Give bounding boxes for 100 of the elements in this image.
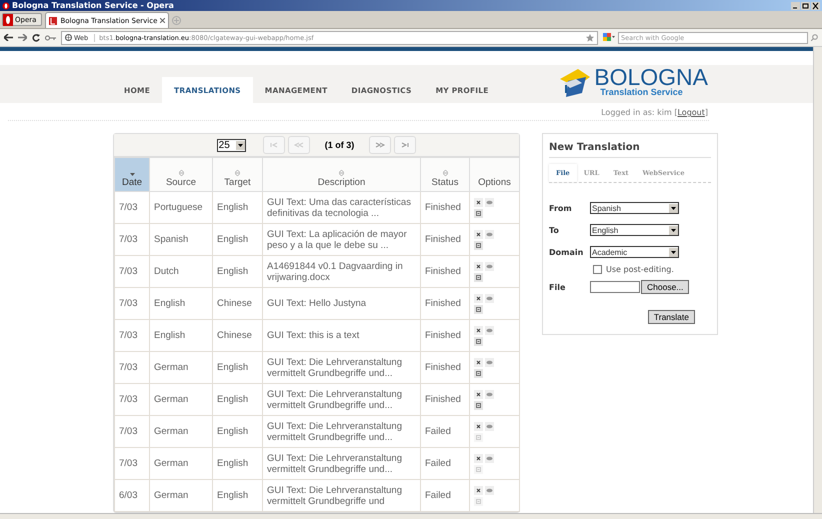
source-cell: German [150, 448, 212, 480]
close-icon[interactable] [160, 18, 166, 23]
column-header[interactable]: Date [114, 158, 150, 192]
close-icon[interactable] [811, 2, 820, 10]
status-cell: Finished [420, 224, 470, 256]
date-cell: 7/03 [114, 320, 150, 352]
date-cell: 7/03 [114, 416, 150, 448]
status-cell: Finished [420, 288, 470, 320]
status-cell: Failed [420, 480, 470, 512]
date-cell: 7/03 [114, 448, 150, 480]
download-icon[interactable] [474, 272, 483, 282]
description-cell: GUI Text: Die Lehrveranstaltung vermittelt Grundbegriffe und [262, 480, 420, 512]
dropdown-field[interactable]: English [590, 224, 679, 236]
dropdown-field[interactable]: Academic [590, 246, 679, 258]
checkbox[interactable] [593, 265, 602, 274]
delete-icon[interactable] [474, 422, 483, 430]
description-cell: GUI Text: this is a text [262, 320, 420, 352]
forward-icon[interactable] [18, 34, 27, 41]
target-cell: English [212, 416, 262, 448]
description-cell: GUI Text: Die Lehrveranstaltung vermittelt Grundbegriffe und... [262, 448, 420, 480]
sort-icon [130, 173, 134, 176]
download-icon[interactable] [474, 400, 483, 410]
description-cell: A14691844 v0.1 Dagvaarding in vrijwaring.docx [262, 256, 420, 288]
scrollbar[interactable] [813, 47, 822, 513]
logo-tagline: Translation Service [600, 87, 684, 97]
login-status: Logged in as: kim [Logout] [601, 108, 708, 117]
logo-name: BOLOGNA [594, 67, 708, 87]
delete-icon[interactable] [474, 294, 483, 302]
back-icon[interactable] [4, 34, 13, 41]
date-cell: 6/03 [114, 480, 150, 512]
field-label: File [549, 282, 566, 292]
field-label: To [549, 226, 560, 234]
download-icon[interactable] [474, 240, 483, 250]
star-icon[interactable] [586, 34, 594, 42]
delete-icon[interactable] [474, 262, 483, 270]
source-cell: German [150, 384, 212, 416]
delete-icon[interactable] [474, 358, 483, 366]
opera-logo-icon [3, 14, 13, 26]
sort-icon [235, 170, 240, 176]
reload-icon[interactable] [32, 34, 40, 42]
status-cell: Finished [420, 320, 470, 352]
description-cell: GUI Text: Uma das características definitivas da tecnologia ... [262, 192, 420, 224]
column-header[interactable]: Source [150, 158, 212, 192]
target-cell: English [212, 224, 262, 256]
status-cell: Failed [420, 448, 470, 480]
opera-logo-icon [2, 2, 10, 10]
date-cell: 7/03 [114, 288, 150, 320]
column-header[interactable]: Target [212, 158, 262, 192]
source-cell: English [150, 320, 212, 352]
delete-icon[interactable] [474, 198, 483, 206]
download-icon[interactable] [474, 368, 483, 378]
key-icon[interactable] [45, 34, 56, 40]
delete-icon[interactable] [474, 230, 483, 238]
delete-icon[interactable] [474, 326, 483, 334]
logout-link[interactable]: Logout [677, 108, 705, 117]
dropdown-field[interactable]: Spanish [590, 202, 679, 214]
window-title: Bologna Translation Service - Opera [12, 1, 175, 10]
sort-icon [178, 170, 184, 176]
column-header[interactable]: Status [420, 158, 470, 192]
target-cell: English [212, 480, 262, 512]
page-size-select[interactable]: 25 [216, 138, 246, 152]
date-cell: 7/03 [114, 192, 150, 224]
delete-icon[interactable] [474, 454, 483, 462]
last-page-icon[interactable] [394, 136, 416, 154]
target-cell: English [212, 192, 262, 224]
panel-title: New Translation [549, 140, 711, 158]
choose-file-button[interactable]: Choose... [641, 280, 690, 294]
description-cell: GUI Text: La aplicación de mayor peso y a la que le debe su ... [262, 224, 420, 256]
source-cell: German [150, 352, 212, 384]
download-icon[interactable] [474, 336, 483, 346]
status-cell: Finished [420, 256, 470, 288]
next-page-icon[interactable] [369, 136, 392, 154]
file-input[interactable] [590, 281, 640, 293]
description-cell: GUI Text: Die Lehrveranstaltung vermittelt Grundbegriffe und... [262, 352, 420, 384]
date-cell: 7/03 [114, 352, 150, 384]
field-label: From [549, 204, 573, 212]
maximize-icon[interactable] [801, 2, 810, 10]
target-cell: English [212, 256, 262, 288]
date-cell: 7/03 [114, 256, 150, 288]
source-cell: German [150, 480, 212, 512]
search-icon[interactable] [811, 34, 818, 41]
source-cell: German [150, 416, 212, 448]
sort-icon [339, 170, 344, 176]
google-icon [603, 33, 615, 42]
source-cell: Spanish [150, 224, 212, 256]
delete-icon[interactable] [474, 486, 483, 494]
date-cell: 7/03 [114, 384, 150, 416]
status-cell: Finished [420, 352, 470, 384]
status-cell: Failed [420, 416, 470, 448]
description-cell: GUI Text: Die Lehrveranstaltung vermittelt Grundbegriffe und... [262, 384, 420, 416]
target-cell: Chinese [212, 320, 262, 352]
column-header[interactable]: Description [262, 158, 420, 192]
translate-button[interactable]: Translate [648, 310, 695, 324]
target-cell: English [212, 448, 262, 480]
description-cell: GUI Text: Hello Justyna [262, 288, 420, 320]
delete-icon[interactable] [474, 390, 483, 398]
download-icon[interactable] [474, 304, 483, 314]
page-info: (1 of 3) [324, 140, 354, 150]
source-cell: Portuguese [150, 192, 212, 224]
download-icon[interactable] [474, 208, 483, 218]
